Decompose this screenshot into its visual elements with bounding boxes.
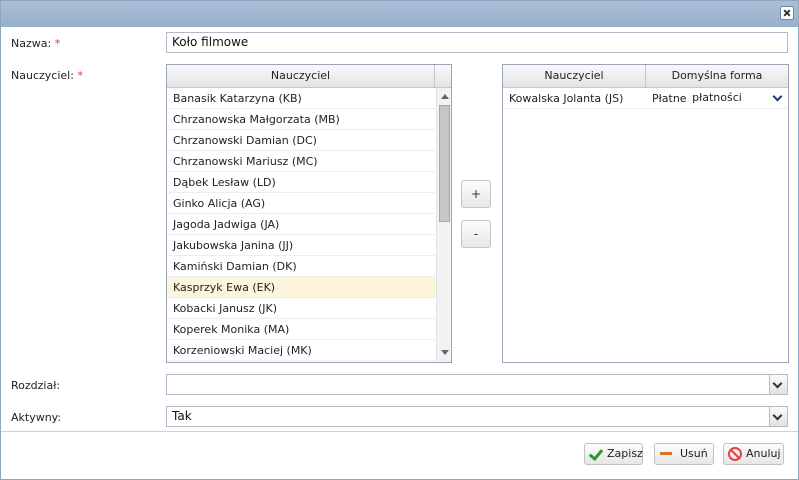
rozdzial-select[interactable] — [166, 374, 788, 395]
save-label: Zapisz — [607, 447, 643, 460]
nauczyciel-label: Nauczyciel: * — [11, 69, 83, 82]
column-header-payment[interactable]: Domyślna forma płatności — [646, 65, 788, 104]
cancel-button[interactable]: Anuluj — [723, 443, 784, 465]
payment-select[interactable]: Płatne — [646, 88, 788, 108]
teacher-row[interactable]: Jakubowska Janina (JJ) — [167, 235, 435, 256]
scroll-up-icon[interactable] — [441, 94, 449, 99]
aktywny-dropdown-trigger[interactable] — [769, 407, 787, 426]
delete-label: Usuń — [680, 447, 708, 460]
rozdzial-label: Rozdział: — [11, 379, 61, 392]
nazwa-input[interactable]: Koło filmowe — [166, 32, 788, 53]
available-teachers-list: Banasik Katarzyna (KB) Chrzanowska Małgor… — [167, 88, 435, 361]
teacher-row[interactable]: Kamiński Damian (DK) — [167, 256, 435, 277]
nauczyciel-label-text: Nauczyciel: — [11, 69, 74, 82]
aktywny-value: Tak — [172, 409, 192, 423]
save-button[interactable]: Zapisz — [584, 443, 643, 465]
chevron-down-icon[interactable] — [772, 91, 783, 102]
payment-value: Płatne — [652, 92, 687, 105]
scroll-down-icon[interactable] — [441, 350, 449, 355]
cancel-label: Anuluj — [746, 447, 781, 460]
rozdzial-dropdown-trigger[interactable] — [769, 375, 787, 394]
remove-teacher-button[interactable]: - — [461, 220, 491, 248]
add-teacher-button[interactable]: + — [461, 180, 491, 208]
column-header-nauczyciel[interactable]: Nauczyciel — [503, 65, 646, 87]
teacher-row[interactable]: Jagoda Jadwiga (JA) — [167, 214, 435, 235]
available-scrollbar[interactable] — [436, 88, 451, 362]
nazwa-label: Nazwa: * — [11, 37, 60, 50]
teacher-row[interactable]: Korzeniowski Maciej (MK) — [167, 340, 435, 361]
column-header-spacer — [435, 65, 451, 87]
teacher-row[interactable]: Koperek Monika (MA) — [167, 319, 435, 340]
teacher-row[interactable]: Chrzanowska Małgorzata (MB) — [167, 109, 435, 130]
grid-header: Nauczyciel — [167, 65, 451, 88]
aktywny-select[interactable]: Tak — [166, 406, 788, 427]
required-marker: * — [77, 69, 83, 82]
minus-icon — [659, 447, 673, 461]
column-header-nauczyciel[interactable]: Nauczyciel — [167, 65, 435, 87]
teacher-row[interactable]: Ginko Alicja (AG) — [167, 193, 435, 214]
teacher-row[interactable]: Banasik Katarzyna (KB) — [167, 88, 435, 109]
teacher-row[interactable]: Kobacki Janusz (JK) — [167, 298, 435, 319]
nazwa-label-text: Nazwa: — [11, 37, 52, 50]
aktywny-label: Aktywny: — [11, 411, 62, 424]
available-teachers-grid: Nauczyciel Banasik Katarzyna (KB) Chrzano… — [166, 64, 452, 363]
cancel-icon — [728, 447, 742, 461]
teacher-row[interactable]: Dąbek Lesław (LD) — [167, 172, 435, 193]
teacher-row[interactable]: Chrzanowski Damian (DC) — [167, 130, 435, 151]
teacher-row[interactable]: Chrzanowski Mariusz (MC) — [167, 151, 435, 172]
selected-teachers-grid: Nauczyciel Domyślna forma płatności Kowa… — [502, 64, 789, 363]
checkmark-icon — [589, 447, 603, 461]
dialog-titlebar — [1, 1, 798, 27]
chevron-down-icon — [772, 378, 783, 389]
grid-header: Nauczyciel Domyślna forma płatności — [503, 65, 788, 104]
chevron-down-icon — [772, 410, 783, 421]
scroll-thumb[interactable] — [439, 105, 450, 222]
selected-teacher-name: Kowalska Jolanta (JS) — [509, 92, 624, 105]
required-marker: * — [54, 37, 61, 50]
dialog-window: Nazwa: * Koło filmowe Nauczyciel: * Nauc… — [0, 0, 799, 480]
selected-row[interactable]: Kowalska Jolanta (JS) Płatne — [503, 88, 788, 109]
teacher-row[interactable]: Kasprzyk Ewa (EK) — [167, 277, 435, 298]
footer-divider — [1, 431, 798, 432]
delete-button[interactable]: Usuń — [654, 443, 714, 465]
close-icon[interactable] — [780, 6, 794, 20]
